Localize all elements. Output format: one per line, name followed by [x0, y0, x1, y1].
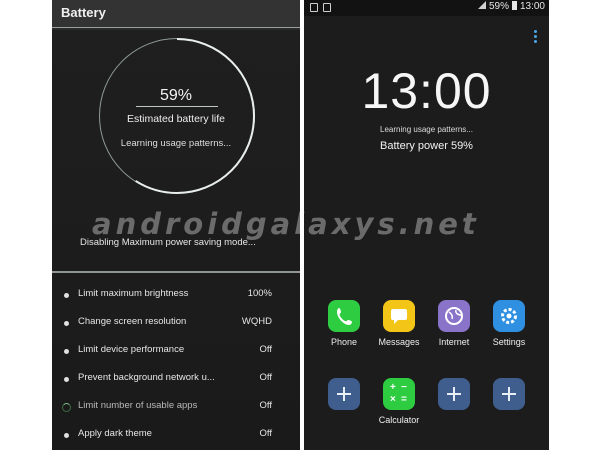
phone-icon: [328, 300, 360, 332]
percentage-underline: [136, 106, 218, 107]
battery-icon: [511, 1, 517, 10]
watermark-text: androidgalaxys.net: [92, 207, 480, 241]
power-saving-settings-list: Limit maximum brightness 100% Change scr…: [52, 283, 300, 450]
app-label: Phone: [330, 337, 358, 347]
app-calculator[interactable]: + − × = Calculator: [372, 378, 426, 425]
learning-usage-text: Learning usage patterns...: [380, 125, 473, 134]
app-label: Internet: [438, 337, 470, 347]
signal-icon: [477, 1, 486, 9]
status-right: 59% 13:00: [477, 1, 545, 12]
gallery-icon: [323, 3, 331, 12]
setting-row-background-network[interactable]: Prevent background network u... Off: [52, 367, 300, 395]
setting-label: Limit number of usable apps: [78, 400, 198, 411]
setting-label: Prevent background network u...: [78, 372, 215, 383]
app-settings[interactable]: Settings: [482, 300, 536, 347]
status-bar: 59% 13:00: [304, 0, 549, 16]
status-battery-percent: 59%: [488, 1, 509, 12]
setting-label: Apply dark theme: [78, 428, 152, 439]
app-label: Calculator: [378, 415, 420, 425]
setting-row-screen-resolution[interactable]: Change screen resolution WQHD: [52, 311, 300, 339]
add-app-slot[interactable]: [482, 378, 536, 410]
setting-row-limit-brightness[interactable]: Limit maximum brightness 100%: [52, 283, 300, 311]
internet-icon: [438, 300, 470, 332]
learning-usage-text: Learning usage patterns...: [120, 138, 232, 149]
setting-value: 100%: [247, 288, 272, 299]
setting-row-dark-theme[interactable]: Apply dark theme Off: [52, 423, 300, 450]
setting-label: Limit device performance: [78, 344, 185, 355]
estimated-battery-label: Estimated battery life: [126, 113, 226, 125]
setting-label: Limit maximum brightness: [78, 288, 189, 299]
bullet-dot: [64, 377, 69, 382]
bullet-dot: [64, 321, 69, 326]
calculator-icon: + − × =: [383, 378, 415, 410]
setting-row-usable-apps[interactable]: Limit number of usable apps Off: [52, 395, 300, 423]
plus-icon: [493, 378, 525, 410]
setting-value: WQHD: [241, 316, 272, 327]
app-internet[interactable]: Internet: [427, 300, 481, 347]
divider: [52, 271, 300, 273]
setting-value: Off: [259, 428, 273, 439]
battery-percentage: 59%: [159, 87, 193, 104]
app-messages[interactable]: Messages: [372, 300, 426, 347]
bullet-dot: [64, 349, 69, 354]
status-time: 13:00: [519, 1, 545, 12]
gear-icon: [493, 300, 525, 332]
loading-spinner-icon: [62, 403, 71, 412]
plus-icon: [328, 378, 360, 410]
app-phone[interactable]: Phone: [317, 300, 371, 347]
messages-icon: [383, 300, 415, 332]
app-label: Settings: [492, 337, 526, 347]
setting-value: Off: [259, 400, 273, 411]
app-label: Messages: [378, 337, 420, 347]
add-app-slot[interactable]: [427, 378, 481, 410]
clock: 13:00: [361, 63, 492, 119]
battery-header: Battery: [52, 0, 300, 28]
setting-value: Off: [259, 344, 273, 355]
more-options-icon[interactable]: [534, 30, 537, 45]
add-app-slot[interactable]: [317, 378, 371, 410]
setting-row-device-performance[interactable]: Limit device performance Off: [52, 339, 300, 367]
battery-power-text: Battery power 59%: [380, 140, 473, 152]
bullet-dot: [64, 433, 69, 438]
bullet-dot: [64, 293, 69, 298]
notification-icon: [310, 3, 318, 12]
plus-icon: [438, 378, 470, 410]
page-title: Battery: [61, 5, 106, 20]
setting-label: Change screen resolution: [78, 316, 187, 327]
setting-value: Off: [259, 372, 273, 383]
